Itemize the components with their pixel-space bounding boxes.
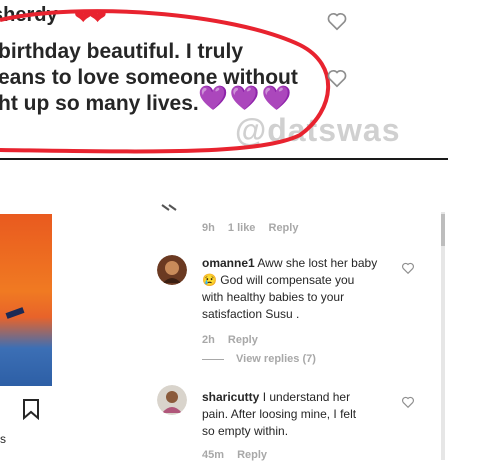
top-post-panel: sherdy ❤❤ birthday beautiful. I truly ea… xyxy=(0,0,448,160)
likes-fragment: s xyxy=(0,432,6,446)
comment-line: so empty within. xyxy=(202,424,289,438)
avatar[interactable] xyxy=(157,255,187,285)
comment-username[interactable]: omanne1 xyxy=(202,256,255,270)
post-image[interactable] xyxy=(0,214,52,386)
reply-link[interactable]: Reply xyxy=(237,449,267,461)
reply-link[interactable]: Reply xyxy=(228,334,258,346)
comment-meta: 2h Reply xyxy=(202,334,268,346)
comment-text: sharicutty I understand her pain. After … xyxy=(202,389,432,440)
scrollbar-track[interactable] xyxy=(441,212,445,460)
comment-meta: 45m Reply xyxy=(202,449,277,461)
avatar[interactable] xyxy=(157,385,187,415)
comment-text: omanne1 Aww she lost her baby 😢 God will… xyxy=(202,255,427,323)
comment-line: Aww she lost her baby xyxy=(257,256,378,270)
view-replies-label: View replies (7) xyxy=(236,353,316,365)
red-scribble-outline xyxy=(0,9,331,154)
comment-meta: 9h 1 like Reply xyxy=(202,222,308,234)
comment-username[interactable]: sharicutty xyxy=(202,390,259,404)
comment-line: satisfaction Susu . xyxy=(202,307,300,321)
scrollbar-thumb[interactable] xyxy=(441,214,445,246)
divider-line xyxy=(0,158,448,160)
comment-line: 😢 God will compensate you xyxy=(202,273,355,287)
avatar-fragment xyxy=(161,204,177,211)
reply-link[interactable]: Reply xyxy=(269,222,299,234)
heart-icon[interactable] xyxy=(326,67,348,89)
comment-likes[interactable]: 1 like xyxy=(228,222,256,234)
like-heart-icon[interactable] xyxy=(401,261,415,275)
bookmark-icon[interactable] xyxy=(22,398,40,420)
view-replies-link[interactable]: View replies (7) xyxy=(202,353,316,365)
comment-time: 45m xyxy=(202,449,225,461)
comment-line: I understand her xyxy=(262,390,351,404)
comments-list: 9h 1 like Reply omanne1 Aww she lost her… xyxy=(145,203,441,469)
comment-line: pain. After loosing mine, I felt xyxy=(202,407,357,421)
comment-time: 9h xyxy=(202,222,215,234)
comment-time: 2h xyxy=(202,334,215,346)
heart-icon[interactable] xyxy=(326,10,348,32)
like-heart-icon[interactable] xyxy=(401,395,415,409)
comment-line: with healthy babies to your xyxy=(202,290,345,304)
